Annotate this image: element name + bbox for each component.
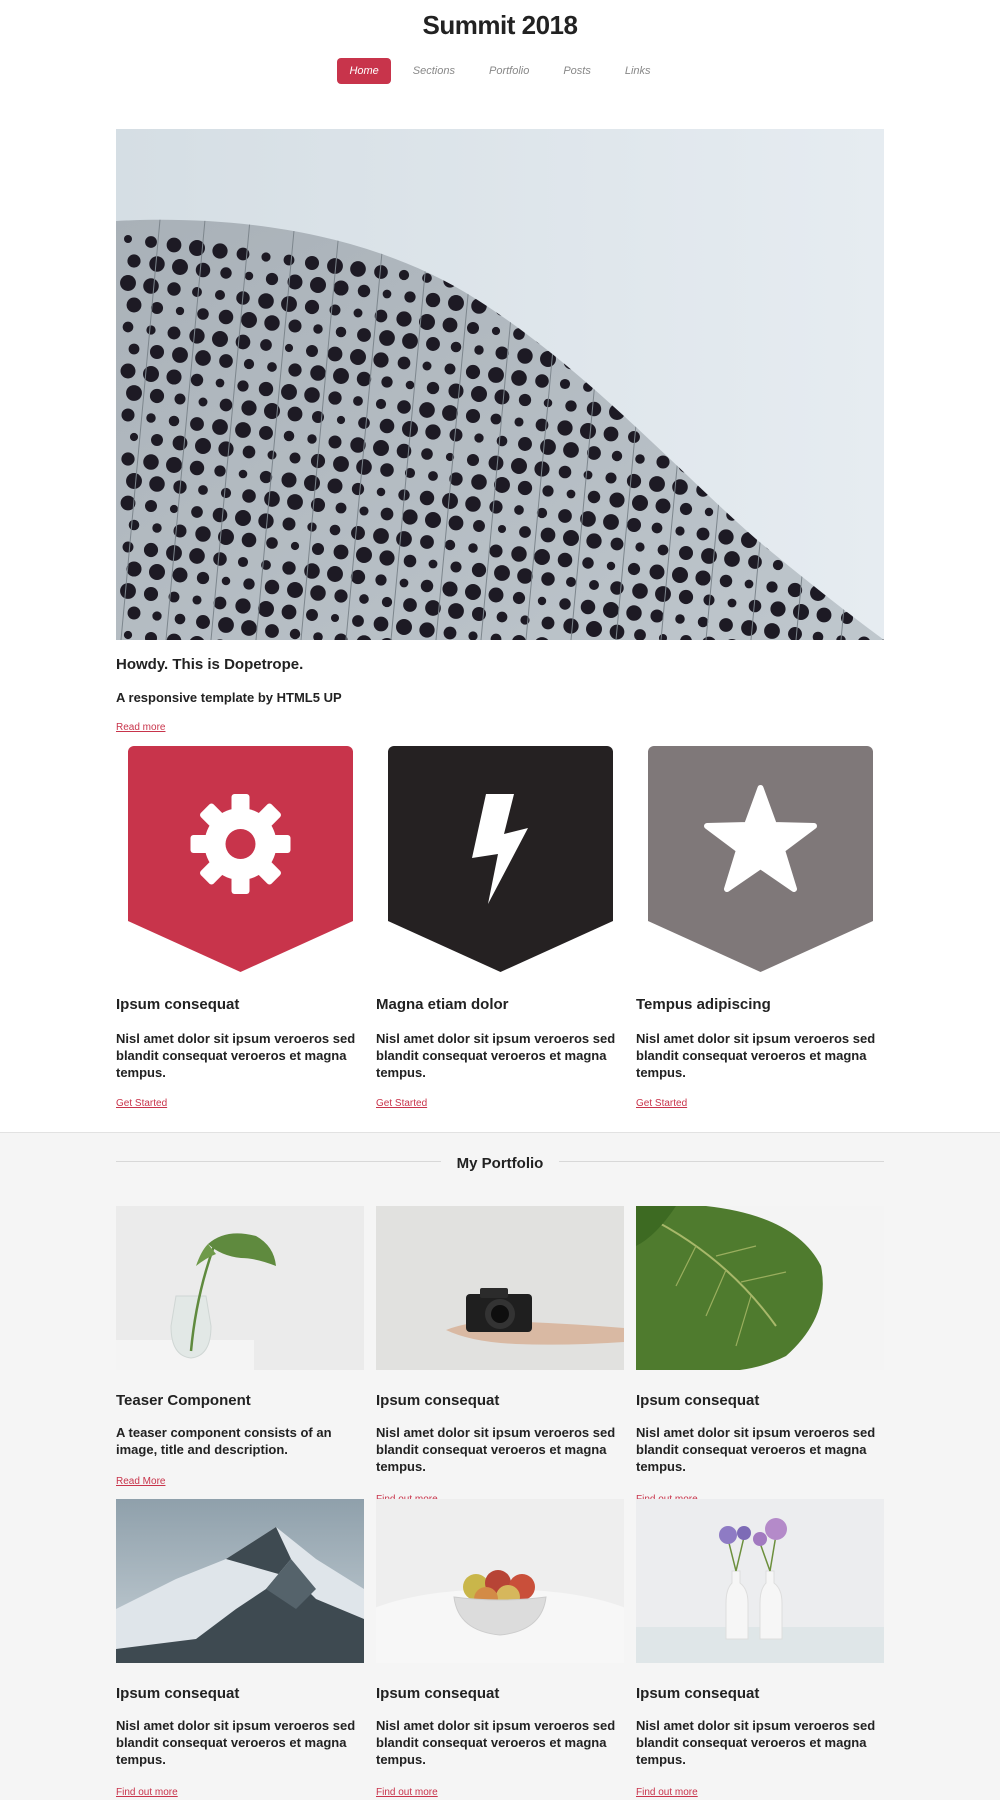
card-title: Ipsum consequat — [376, 1685, 500, 1702]
nav-item-sections[interactable]: Sections — [401, 58, 467, 84]
hero-title: Howdy. This is Dopetrope. — [116, 656, 304, 673]
read-more-link[interactable]: Read More — [116, 1476, 165, 1487]
feature-title: Ipsum consequat — [116, 996, 240, 1013]
find-out-more-link[interactable]: Find out more — [116, 1787, 178, 1798]
hero-read-more-link[interactable]: Read more — [116, 722, 165, 733]
get-started-link[interactable]: Get Started — [636, 1098, 687, 1109]
feature-title: Tempus adipiscing — [636, 996, 771, 1013]
get-started-link[interactable]: Get Started — [116, 1098, 167, 1109]
feature-text: Nisl amet dolor sit ipsum veroeros sed b… — [376, 1031, 616, 1080]
hero-section: Howdy. This is Dopetrope. A responsive t… — [116, 656, 884, 735]
feature-text: Nisl amet dolor sit ipsum veroeros sed b… — [636, 1031, 876, 1080]
card-title: Teaser Component — [116, 1392, 251, 1409]
feature-badge — [128, 746, 353, 972]
feature-title: Magna etiam dolor — [376, 996, 509, 1013]
site-title[interactable]: Summit 2018 — [0, 10, 1000, 41]
card-text: Nisl amet dolor sit ipsum veroeros sed b… — [116, 1718, 356, 1767]
fruit-bowl-image[interactable] — [376, 1499, 624, 1663]
main-nav: Home Sections Portfolio Posts Links — [0, 58, 1000, 84]
find-out-more-link[interactable]: Find out more — [636, 1787, 698, 1798]
feature-badge — [648, 746, 873, 972]
card-text: A teaser component consists of an image,… — [116, 1425, 332, 1457]
nav-item-home[interactable]: Home — [337, 58, 391, 84]
card-title: Ipsum consequat — [116, 1685, 240, 1702]
site-header: Summit 2018 Home Sections Portfolio Post… — [0, 0, 1000, 100]
card-text: Nisl amet dolor sit ipsum veroeros sed b… — [376, 1425, 616, 1474]
feature-badge — [388, 746, 613, 972]
features-section: Ipsum consequat Nisl amet dolor sit ipsu… — [116, 744, 884, 1114]
card-text: Nisl amet dolor sit ipsum veroeros sed b… — [636, 1425, 876, 1474]
card-title: Ipsum consequat — [636, 1392, 760, 1409]
card-text: Nisl amet dolor sit ipsum veroeros sed b… — [636, 1718, 876, 1767]
nav-item-links[interactable]: Links — [613, 58, 663, 84]
nav-item-portfolio[interactable]: Portfolio — [477, 58, 541, 84]
portfolio-heading: My Portfolio — [116, 1155, 884, 1175]
divider — [559, 1161, 884, 1163]
card-title: Ipsum consequat — [636, 1685, 760, 1702]
snowy-mountain-image[interactable] — [116, 1499, 364, 1663]
green-leaf-image[interactable] — [636, 1206, 884, 1370]
plant-in-glass-vase-image[interactable] — [116, 1206, 364, 1370]
flowers-in-vases-image[interactable] — [636, 1499, 884, 1663]
feature-text: Nisl amet dolor sit ipsum veroeros sed b… — [116, 1031, 356, 1080]
gear-icon — [190, 794, 291, 894]
card-title: Ipsum consequat — [376, 1392, 500, 1409]
portfolio-title: My Portfolio — [456, 1155, 544, 1172]
get-started-link[interactable]: Get Started — [376, 1098, 427, 1109]
portfolio-section: My Portfolio Teaser Component A teaser c… — [0, 1132, 1000, 1800]
card-text: Nisl amet dolor sit ipsum veroeros sed b… — [376, 1718, 616, 1767]
hero-image — [116, 129, 884, 640]
nav-item-posts[interactable]: Posts — [551, 58, 603, 84]
hero-subtitle: A responsive template by HTML5 UP — [116, 690, 342, 705]
camera-on-hand-image[interactable] — [376, 1206, 624, 1370]
find-out-more-link[interactable]: Find out more — [376, 1787, 438, 1798]
